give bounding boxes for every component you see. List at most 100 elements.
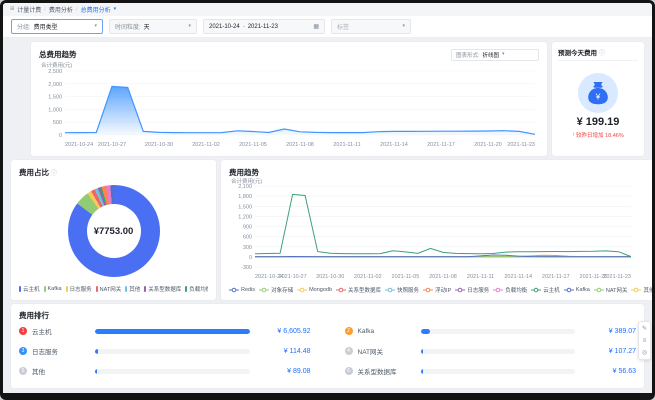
rank-service-name: 日志服务 <box>32 349 58 356</box>
chevron-down-icon: ▾ <box>402 23 405 29</box>
svg-text:2021-11-20: 2021-11-20 <box>474 142 502 148</box>
tag-select[interactable]: 标签 ▾ <box>331 19 411 34</box>
legend-item[interactable]: 云主机 <box>531 286 560 294</box>
group-select-value: 费用类型 <box>33 25 58 31</box>
group-select[interactable]: 分组: 费用类型 ▾ <box>11 19 103 34</box>
total-cost-trend-card: 总费用趋势 图表形式: 折线图 ▾ 0 500 1,000 1,500 2,000 2,5… <box>31 42 547 156</box>
cost-trend-line-chart[interactable]: -30003006009001,2001,5001,8002,1002021-1… <box>229 177 636 281</box>
legend-item[interactable]: Kafka <box>43 285 62 292</box>
granularity-select[interactable]: 时间粒度: 天 ▾ <box>109 19 197 34</box>
rank-bar <box>420 328 575 334</box>
svg-text:2021-11-17: 2021-11-17 <box>427 142 455 148</box>
chevron-down-icon[interactable]: ▾ <box>114 7 117 12</box>
svg-text:合计费用(元): 合计费用(元) <box>41 61 72 69</box>
rank-badge: 2 <box>344 327 353 335</box>
total-trend-area-chart[interactable]: 0 500 1,000 1,500 2,000 2,500 2021-10-24 2021-1… <box>39 61 539 149</box>
legend-color-mark <box>185 285 188 292</box>
legend-item[interactable]: 快照服务 <box>385 286 419 294</box>
legend-line-marker <box>631 287 642 293</box>
svg-text:2021-10-24: 2021-10-24 <box>65 142 93 148</box>
legend-item[interactable]: 日志服务 <box>65 285 92 293</box>
svg-text:300: 300 <box>243 245 252 251</box>
legend-item[interactable]: 负载均衡 <box>493 286 527 294</box>
date-range-picker[interactable]: 2021-10-24 - 2021-11-23 ▦ <box>203 19 325 34</box>
breadcrumb-item-cost-analysis[interactable]: 费用分析 <box>49 5 73 14</box>
svg-text:2,000: 2,000 <box>48 82 62 88</box>
date-range-start: 2021-10-24 <box>209 23 240 30</box>
ranking-row[interactable]: 5 其他 ¥ 89.08 <box>19 361 311 381</box>
svg-text:600: 600 <box>243 235 252 241</box>
breadcrumb-item-billing[interactable]: 计量计费 <box>17 5 41 14</box>
legend-line-marker <box>423 287 434 293</box>
rank-badge: 4 <box>344 347 353 355</box>
legend-item[interactable]: 浮动IP <box>423 286 451 294</box>
cost-trend-chart[interactable]: -300 0 300 600 900 1,200 1,500 1,800 2,100 2021-1… <box>229 177 652 286</box>
legend-line-marker <box>336 287 347 293</box>
cost-share-donut-chart[interactable]: ¥7753.00 <box>67 185 160 277</box>
ranking-row[interactable]: 4 NAT网关 ¥ 107.27 <box>344 341 636 361</box>
breadcrumb-current[interactable]: 总费用分析 <box>81 5 111 14</box>
svg-text:2021-11-23: 2021-11-23 <box>603 274 631 280</box>
legend-item[interactable]: 关系型数据库 <box>336 286 381 294</box>
breadcrumb-separator: / <box>75 6 78 13</box>
svg-text:2021-11-11: 2021-11-11 <box>467 274 494 280</box>
legend-item[interactable]: 云主机 <box>19 285 40 293</box>
forecast-title: 预测今天费用 <box>558 50 597 57</box>
chart-type-value: 折线图 <box>482 52 500 59</box>
menu-grid-icon[interactable]: ⊞ <box>10 7 14 12</box>
rank-amount: ¥ 56.63 <box>612 367 636 375</box>
legend-item[interactable]: Redis <box>229 287 255 293</box>
breadcrumb-separator: / <box>44 6 46 13</box>
granularity-select-label: 时间粒度: <box>115 25 141 31</box>
legend-item[interactable]: 其他 <box>631 286 652 294</box>
legend-item[interactable]: 关系型数据库 <box>144 285 181 293</box>
rank-bar <box>420 348 575 354</box>
svg-text:1,500: 1,500 <box>238 204 252 210</box>
legend-item[interactable]: NAT网关 <box>95 285 121 293</box>
cost-trend-legend: Redis 对象存储 Mongodb 关系型数据库 快照服务 浮动IP 日志服务 负载均衡 云主… <box>229 286 652 294</box>
rank-badge: 6 <box>344 367 353 375</box>
rank-amount: ¥ 114.48 <box>283 347 311 355</box>
feedback-icon[interactable]: ✎ <box>640 324 649 333</box>
main-content: 总费用趋势 图表形式: 折线图 ▾ 0 500 1,000 1,500 2,000 2,5… <box>3 38 652 392</box>
svg-text:2021-11-11: 2021-11-11 <box>333 142 360 148</box>
help-icon[interactable]: ◎ <box>640 348 649 357</box>
ranking-row[interactable]: 1 云主机 ¥ 6,605.92 <box>19 321 311 341</box>
breadcrumb: ⊞ 计量计费 / 费用分析 / 总费用分析 ▾ <box>3 3 652 16</box>
donut-total-amount: ¥7753.00 <box>93 225 134 237</box>
chevron-down-icon: ▾ <box>502 51 505 57</box>
date-range-end: 2021-11-23 <box>247 23 278 30</box>
total-trend-chart[interactable]: 0 500 1,000 1,500 2,000 2,500 2021-10-24 2021-1… <box>39 61 539 154</box>
ranking-row[interactable]: 6 关系型数据库 ¥ 56.63 <box>344 361 636 381</box>
money-bag-icon: ¥ <box>578 73 618 113</box>
legend-item[interactable]: NAT网关 <box>593 286 627 294</box>
info-icon[interactable]: ⓘ <box>51 168 57 177</box>
rank-service-name: NAT网关 <box>357 349 384 356</box>
rank-badge: 3 <box>19 347 27 355</box>
total-trend-chart-type-select[interactable]: 图表形式: 折线图 ▾ <box>451 48 539 61</box>
arrow-up-icon: ↑ <box>572 132 576 138</box>
svg-text:-300: -300 <box>241 265 252 271</box>
info-icon[interactable]: ⓘ <box>599 48 605 57</box>
app-window: ⊞ 计量计费 / 费用分析 / 总费用分析 ▾ 分组: 费用类型 ▾ 时间粒度:… <box>0 0 655 400</box>
rank-bar <box>420 368 575 374</box>
legend-item[interactable]: Kafka <box>563 287 590 293</box>
svg-text:¥: ¥ <box>595 92 601 102</box>
ranking-row[interactable]: 3 日志服务 ¥ 114.48 <box>19 341 311 361</box>
legend-item[interactable]: 对象存储 <box>259 286 293 294</box>
svg-text:2021-11-05: 2021-11-05 <box>392 274 420 280</box>
legend-item[interactable]: Mongodb <box>297 287 332 293</box>
legend-line-marker <box>531 287 542 293</box>
chart-type-label: 图表形式: <box>456 52 480 59</box>
list-icon[interactable]: ≡ <box>640 336 649 345</box>
legend-item[interactable]: 其他 <box>125 285 140 293</box>
cost-share-legend: 云主机Kafka日志服务NAT网关其他关系型数据库负载均衡◀1/2▶ <box>19 283 208 294</box>
ranking-row[interactable]: 2 Kafka ¥ 389.07 <box>344 321 636 341</box>
legend-item[interactable]: 负载均衡 <box>185 285 208 293</box>
svg-text:0: 0 <box>249 255 252 261</box>
legend-item[interactable]: 日志服务 <box>455 286 489 294</box>
svg-text:2021-10-30: 2021-10-30 <box>145 142 173 148</box>
cost-ranking-grid: 1 云主机 ¥ 6,605.92 2 Kafka ¥ 389.07 3 日志服务 ¥ 114.4… <box>19 321 636 381</box>
forecast-card: 预测今天费用 ⓘ ¥ ¥ 199.19 ↑ 较昨日增加 18.46% <box>552 42 644 156</box>
rank-service-name: 关系型数据库 <box>357 369 397 376</box>
